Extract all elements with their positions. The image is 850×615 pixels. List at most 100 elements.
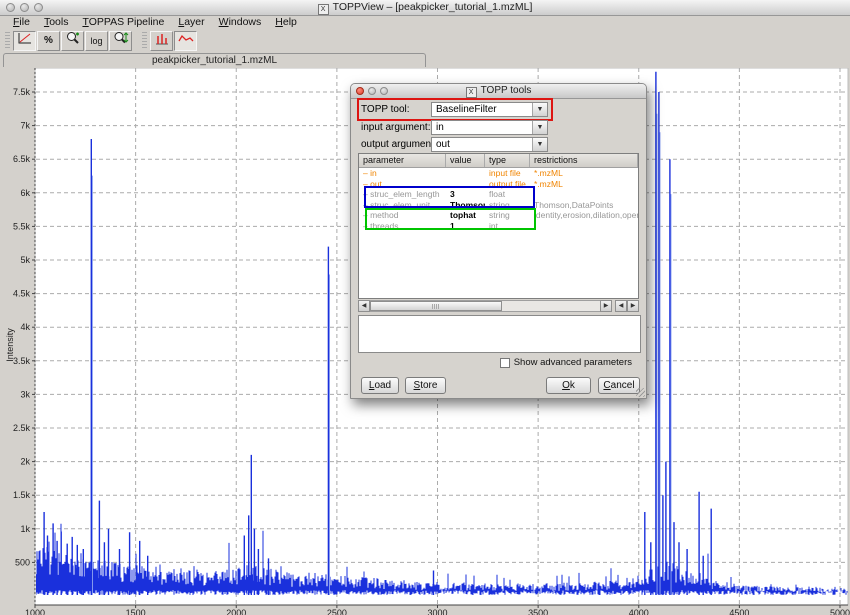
- svg-text:2000: 2000: [226, 608, 246, 615]
- parameter-table[interactable]: parametervaluetyperestrictions – in input…: [358, 153, 639, 299]
- input-argument-label: input argument:: [361, 122, 431, 133]
- show-advanced-checkbox[interactable]: [500, 358, 510, 368]
- scrollbar-thumb[interactable]: [370, 301, 502, 311]
- show-advanced-label: Show advanced parameters: [514, 357, 632, 368]
- draw-sticks-button[interactable]: [150, 31, 173, 51]
- draw-continuous-line-button[interactable]: [174, 31, 197, 51]
- svg-text:1000: 1000: [25, 608, 45, 615]
- output-argument-select[interactable]: out ▼: [431, 137, 548, 152]
- show-axes-button[interactable]: [13, 31, 36, 51]
- parameter-row-in[interactable]: – in input file*.mzML: [359, 168, 638, 179]
- svg-text:5000: 5000: [830, 608, 850, 615]
- cell-type: int: [485, 221, 530, 232]
- cell-parameter: – struc_elem_unit: [359, 200, 446, 211]
- load-button[interactable]: Load: [361, 377, 399, 394]
- scroll-right-icon[interactable]: ▶: [600, 300, 612, 312]
- window-title: XTOPPView – [peakpicker_tutorial_1.mzML]: [0, 1, 850, 15]
- svg-text:4500: 4500: [729, 608, 749, 615]
- topp-tool-select[interactable]: BaselineFilter ▼: [431, 102, 548, 117]
- menu-windows[interactable]: Windows: [212, 16, 269, 28]
- cell-type: input file: [485, 168, 530, 179]
- tab-peakpicker-tutorial[interactable]: peakpicker_tutorial_1.mzML: [3, 53, 426, 67]
- column-header-restrictions[interactable]: restrictions: [530, 154, 638, 167]
- menu-toppas-pipeline[interactable]: TOPPAS Pipeline: [75, 16, 171, 28]
- store-button[interactable]: Store: [405, 377, 446, 394]
- svg-text:5.5k: 5.5k: [13, 221, 31, 231]
- svg-text:4000: 4000: [629, 608, 649, 615]
- svg-text:6.5k: 6.5k: [13, 154, 31, 164]
- svg-text:4k: 4k: [20, 322, 30, 332]
- svg-text:5k: 5k: [20, 255, 30, 265]
- reset-zoom-button[interactable]: [61, 31, 84, 51]
- cell-type: string: [485, 210, 530, 221]
- parameter-table-body[interactable]: – in input file*.mzML – out output file*.mz…: [359, 168, 638, 231]
- table-horizontal-scrollbar[interactable]: ◀ ▶ ◀ ▶: [358, 300, 639, 312]
- column-scroll-left-icon[interactable]: ◀: [615, 300, 627, 312]
- parameter-row-method[interactable]: – methodtophatstringidentity,erosion,dil…: [359, 210, 638, 221]
- svg-text:500: 500: [15, 557, 30, 567]
- menu-help[interactable]: Help: [268, 16, 304, 28]
- svg-text:3.5k: 3.5k: [13, 356, 31, 366]
- svg-text:1.5k: 1.5k: [13, 490, 31, 500]
- svg-text:7.5k: 7.5k: [13, 87, 31, 97]
- column-scroll-right-icon[interactable]: ▶: [627, 300, 639, 312]
- svg-text:2.5k: 2.5k: [13, 423, 31, 433]
- svg-text:7k: 7k: [20, 121, 30, 131]
- svg-text:1k: 1k: [20, 524, 30, 534]
- menu-tools[interactable]: Tools: [37, 16, 76, 28]
- toolbar-grip[interactable]: [5, 32, 10, 50]
- dialog-titlebar[interactable]: XTOPP tools: [351, 84, 646, 99]
- cell-parameter: – threads: [359, 221, 446, 232]
- svg-text:2k: 2k: [20, 457, 30, 467]
- line-plot-icon: [178, 32, 194, 50]
- svg-text:Intensity: Intensity: [5, 328, 15, 362]
- column-header-value[interactable]: value: [446, 154, 485, 167]
- chevron-down-icon[interactable]: ▼: [532, 138, 547, 151]
- cell-value: Thomson: [446, 200, 485, 211]
- parameter-row-out[interactable]: – out output file*.mzML: [359, 179, 638, 190]
- menu-file[interactable]: File: [6, 16, 37, 28]
- intensity-percentage-button[interactable]: %: [37, 31, 60, 51]
- cell-type: output file: [485, 179, 530, 190]
- column-header-parameter[interactable]: parameter: [359, 154, 446, 167]
- cell-restrictions: Thomson,DataPoints: [530, 200, 638, 211]
- topp-tools-dialog: XTOPP tools TOPP tool: BaselineFilter ▼ …: [350, 83, 647, 399]
- scrollbar-track[interactable]: [370, 300, 600, 312]
- toolbar: % log: [0, 29, 850, 52]
- cancel-button[interactable]: Cancel: [598, 377, 640, 394]
- parameter-row-struc_elem_unit[interactable]: – struc_elem_unitThomsonstringThomson,Da…: [359, 200, 638, 211]
- app-icon: X: [318, 4, 329, 15]
- axes-icon: [17, 32, 32, 50]
- input-argument-select[interactable]: in ▼: [431, 120, 548, 135]
- toolbar-grip[interactable]: [142, 32, 147, 50]
- cell-restrictions: *.mzML: [530, 179, 638, 190]
- cell-value: 3: [446, 189, 485, 200]
- cell-value: [446, 179, 485, 190]
- cell-value: 1: [446, 221, 485, 232]
- parameter-row-threads[interactable]: – threads1int: [359, 221, 638, 232]
- toppview-window: XTOPPView – [peakpicker_tutorial_1.mzML]…: [0, 0, 850, 615]
- scroll-left-icon[interactable]: ◀: [358, 300, 370, 312]
- parameter-row-struc_elem_length[interactable]: – struc_elem_length3float: [359, 189, 638, 200]
- log-intensity-button[interactable]: log: [85, 31, 108, 51]
- cell-value: [446, 168, 485, 179]
- percentage-icon: %: [44, 35, 53, 46]
- chevron-down-icon[interactable]: ▼: [532, 121, 547, 134]
- cell-parameter: – in: [359, 168, 446, 179]
- cell-parameter: – out: [359, 179, 446, 190]
- zoom-stepper-button[interactable]: [109, 31, 132, 51]
- svg-text:2500: 2500: [327, 608, 347, 615]
- window-titlebar[interactable]: XTOPPView – [peakpicker_tutorial_1.mzML]: [0, 0, 850, 16]
- svg-text:3500: 3500: [528, 608, 548, 615]
- cell-type: string: [485, 200, 530, 211]
- column-header-type[interactable]: type: [485, 154, 530, 167]
- cell-restrictions: *.mzML: [530, 168, 638, 179]
- svg-text:4.5k: 4.5k: [13, 289, 31, 299]
- dialog-icon: X: [466, 87, 477, 98]
- ok-button[interactable]: Ok: [546, 377, 591, 394]
- cell-restrictions: [530, 221, 638, 232]
- chevron-down-icon[interactable]: ▼: [532, 103, 547, 116]
- menu-layer[interactable]: Layer: [171, 16, 211, 28]
- dialog-resize-grip[interactable]: [636, 388, 645, 397]
- parameter-table-header[interactable]: parametervaluetyperestrictions: [359, 154, 638, 168]
